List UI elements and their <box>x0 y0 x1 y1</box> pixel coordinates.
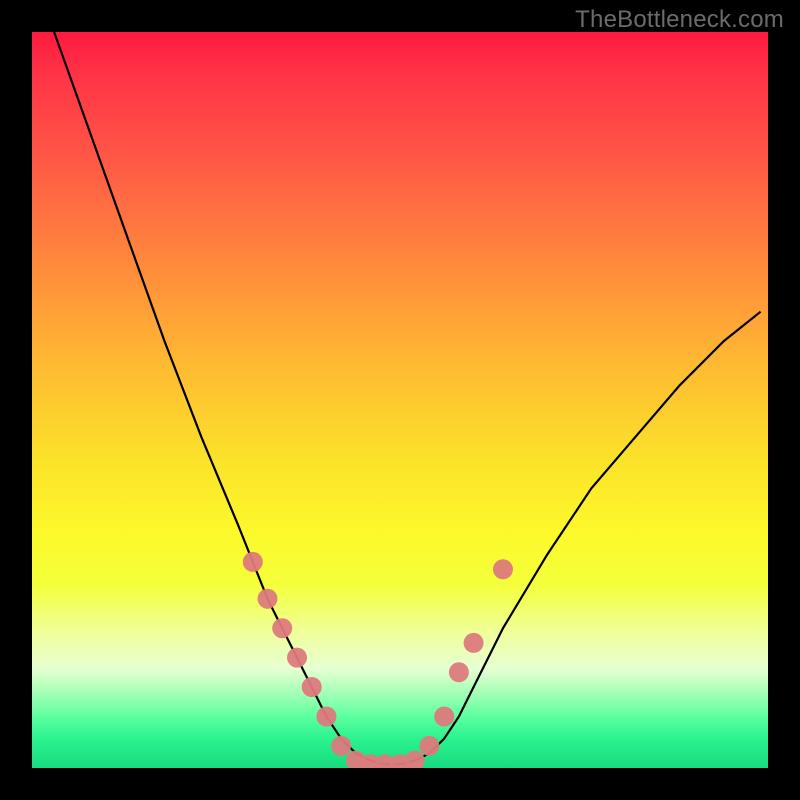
hotspot-marker <box>258 589 278 609</box>
hotspot-marker <box>464 633 484 653</box>
hotspot-marker <box>405 751 425 768</box>
hotspot-marker <box>316 707 336 727</box>
hotspot-marker <box>449 662 469 682</box>
watermark-text: TheBottleneck.com <box>575 6 784 34</box>
hotspot-markers-group <box>243 552 513 768</box>
hotspot-marker <box>419 736 439 756</box>
hotspot-marker <box>493 559 513 579</box>
hotspot-marker <box>287 648 307 668</box>
hotspot-marker <box>434 707 454 727</box>
plot-area <box>32 32 768 768</box>
chart-frame: TheBottleneck.com <box>0 0 800 800</box>
chart-svg <box>32 32 768 768</box>
hotspot-marker <box>272 618 292 638</box>
hotspot-marker <box>302 677 322 697</box>
bottleneck-curve-path <box>54 32 761 764</box>
hotspot-marker <box>331 736 351 756</box>
hotspot-marker <box>243 552 263 572</box>
